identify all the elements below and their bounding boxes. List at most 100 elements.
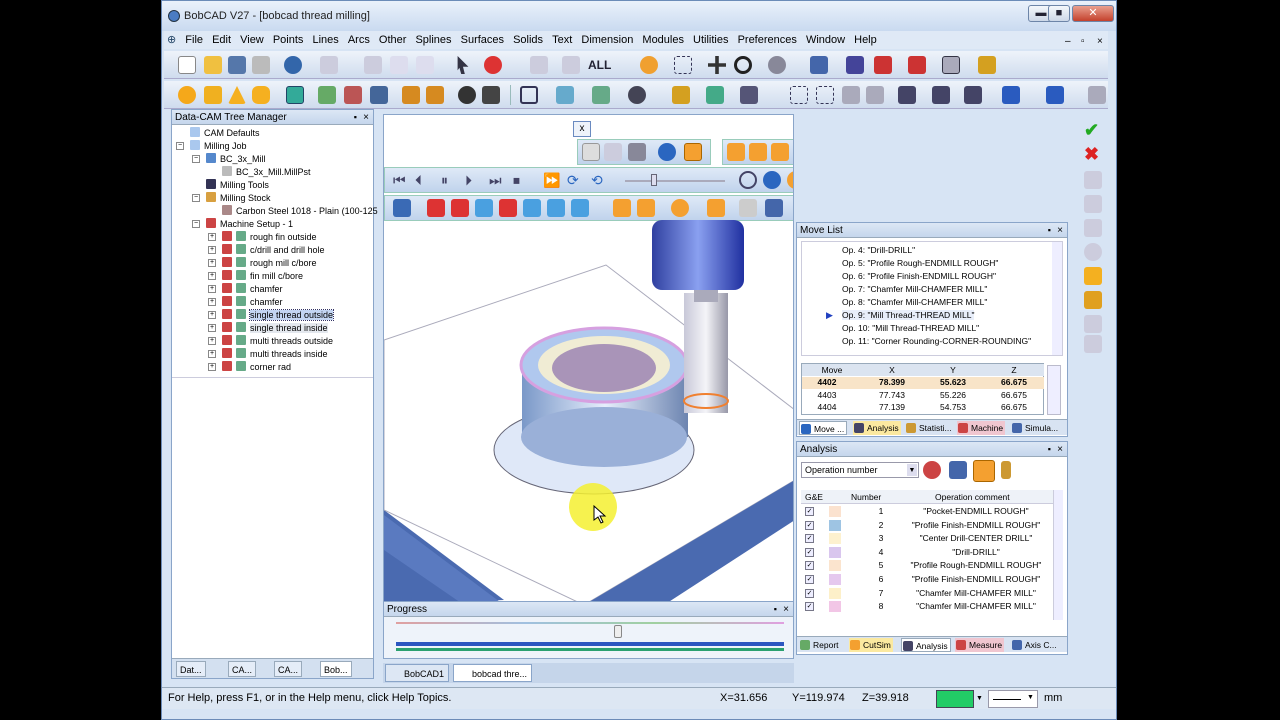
view-top-icon[interactable] (451, 199, 469, 217)
tree-node[interactable]: + single thread inside (208, 322, 328, 335)
open-folder-icon[interactable] (204, 56, 222, 74)
pencil-icon[interactable] (1084, 291, 1102, 309)
fixture-icon[interactable] (739, 199, 757, 217)
operation-number-dropdown[interactable]: Operation number ▼ (801, 462, 919, 478)
close-icon[interactable]: × (1057, 223, 1063, 238)
cutsim-home-icon[interactable] (393, 199, 411, 217)
menu-text[interactable]: Text (549, 31, 575, 49)
pin-icon[interactable]: ▪ (1048, 442, 1051, 457)
plugin-icon[interactable] (978, 56, 996, 74)
eye-icon[interactable] (628, 86, 646, 104)
tool-path-icon[interactable] (613, 199, 631, 217)
zoom-icon[interactable] (640, 56, 658, 74)
pin-icon[interactable]: ▪ (774, 602, 777, 617)
boolean-intersect-icon[interactable] (370, 86, 388, 104)
tree-node[interactable]: + rough mill c/bore (208, 257, 317, 270)
gauge-icon[interactable] (739, 171, 757, 189)
strip-tool-6-icon[interactable] (1084, 335, 1102, 353)
menu-window[interactable]: Window (803, 31, 848, 49)
axis-icon[interactable] (846, 56, 864, 74)
menu-lines[interactable]: Lines (309, 31, 341, 49)
op-item[interactable]: Op. 5: "Profile Rough-ENDMILL ROUGH" (842, 258, 998, 268)
speed-slider-thumb[interactable] (651, 174, 657, 186)
fast-play-icon[interactable]: ⏩ (543, 171, 561, 189)
strip-tool-5-icon[interactable] (1084, 315, 1102, 333)
analysis-row[interactable]: ✓ 6 "Profile Finish-ENDMILL ROUGH" (801, 573, 1051, 587)
expand-icon[interactable]: + (208, 337, 216, 345)
select-all-button[interactable]: ALL (588, 58, 611, 72)
tree-node[interactable]: BC_3x_Mill.MillPst (222, 166, 311, 179)
boolean-subtract-icon[interactable] (344, 86, 362, 104)
menu-file[interactable]: File (182, 31, 206, 49)
expand-icon[interactable]: + (208, 233, 216, 241)
tree-node[interactable]: + multi threads inside (208, 348, 328, 361)
move-row[interactable]: 4403 77.743 55.226 66.675 (802, 390, 1044, 402)
strip-tool-1-icon[interactable] (1084, 171, 1102, 189)
revolve-icon[interactable] (426, 86, 444, 104)
stack-icon[interactable] (740, 86, 758, 104)
tree-node[interactable]: + corner rad (208, 361, 291, 374)
tab-bobcad[interactable]: Bob... (320, 661, 352, 677)
tool-toggle-icon[interactable] (604, 143, 622, 161)
tool-holder-icon[interactable] (637, 199, 655, 217)
tab-analysis[interactable]: Analysis (853, 421, 901, 435)
line-style-dropdown[interactable]: ▼ (988, 690, 1038, 708)
sphere-icon[interactable] (178, 86, 196, 104)
collapse-icon[interactable]: − (192, 155, 200, 163)
grid-mode-icon[interactable] (949, 461, 967, 479)
maximize-button[interactable]: ■ (1048, 5, 1070, 22)
expand-icon[interactable]: + (208, 272, 216, 280)
grid-box-icon[interactable] (286, 86, 304, 104)
tab-cutsim[interactable]: CutSim (849, 638, 893, 652)
rewind-icon[interactable]: ⏮ (393, 171, 411, 189)
view-right-icon[interactable] (475, 199, 493, 217)
tab-axis[interactable]: Axis C... (1011, 638, 1059, 652)
play-icon[interactable]: ⏵ (465, 171, 483, 189)
viewport-close-button[interactable]: x (573, 121, 591, 137)
menu-splines[interactable]: Splines (412, 31, 454, 49)
stop-icon[interactable]: ⏹ (513, 171, 531, 189)
redo-icon[interactable] (320, 56, 338, 74)
pan-icon[interactable] (708, 56, 726, 74)
menu-arcs[interactable]: Arcs (345, 31, 373, 49)
analysis-row[interactable]: ✓ 7 "Chamfer Mill-CHAMFER MILL" (801, 587, 1051, 601)
rotate-icon[interactable] (734, 56, 752, 74)
expand-icon[interactable]: + (208, 324, 216, 332)
repeat-icon[interactable]: ⟲ (591, 171, 609, 189)
analysis-row[interactable]: ✓ 5 "Profile Rough-ENDMILL ROUGH" (801, 559, 1051, 573)
menu-points[interactable]: Points (270, 31, 307, 49)
tree-node[interactable]: + multi threads outside (208, 335, 333, 348)
cutsim-mode-icon[interactable] (973, 460, 995, 482)
dim-box-icon[interactable] (790, 86, 808, 104)
select-add-icon[interactable] (484, 56, 502, 74)
timer-icon[interactable] (787, 171, 793, 189)
strip-tool-2-icon[interactable] (1084, 195, 1102, 213)
menu-surfaces[interactable]: Surfaces (458, 31, 507, 49)
dim-grid-icon[interactable] (842, 86, 860, 104)
fast-forward-icon[interactable]: ⏭ (489, 171, 507, 189)
row-checkbox[interactable]: ✓ (805, 547, 814, 557)
row-checkbox[interactable]: ✓ (805, 561, 814, 571)
boolean-union-icon[interactable] (318, 86, 336, 104)
tree-node[interactable]: + single thread outside (208, 309, 335, 322)
stock-toggle-icon[interactable] (582, 143, 600, 161)
cone-icon[interactable] (228, 86, 246, 104)
loop-icon[interactable]: ⟳ (567, 171, 585, 189)
tree-node[interactable]: + chamfer (208, 296, 283, 309)
op-item[interactable]: Op. 6: "Profile Finish-ENDMILL ROUGH" (842, 271, 996, 281)
analysis-row[interactable]: ✓ 3 "Center Drill-CENTER DRILL" (801, 532, 1051, 546)
machine-view-icon[interactable] (765, 199, 783, 217)
op-item[interactable]: Op. 8: "Chamfer Mill-CHAMFER MILL" (842, 297, 987, 307)
pause-icon[interactable]: ⏸ (441, 171, 459, 189)
menu-edit[interactable]: Edit (209, 31, 234, 49)
mdi-close-button[interactable]: × (1094, 33, 1106, 51)
copy-icon[interactable] (390, 56, 408, 74)
layer-icon[interactable] (672, 86, 690, 104)
collapse-icon[interactable]: − (192, 220, 200, 228)
move-row[interactable]: 4404 77.139 54.753 66.675 (802, 402, 1044, 414)
analysis-row[interactable]: ✓ 1 "Pocket-ENDMILL ROUGH" (801, 505, 1051, 519)
menu-view[interactable]: View (237, 31, 267, 49)
tab-cam[interactable]: CA... (228, 661, 257, 677)
tree-node[interactable]: + c/drill and drill hole (208, 244, 325, 257)
tab-machine[interactable]: Machine (957, 421, 1006, 435)
